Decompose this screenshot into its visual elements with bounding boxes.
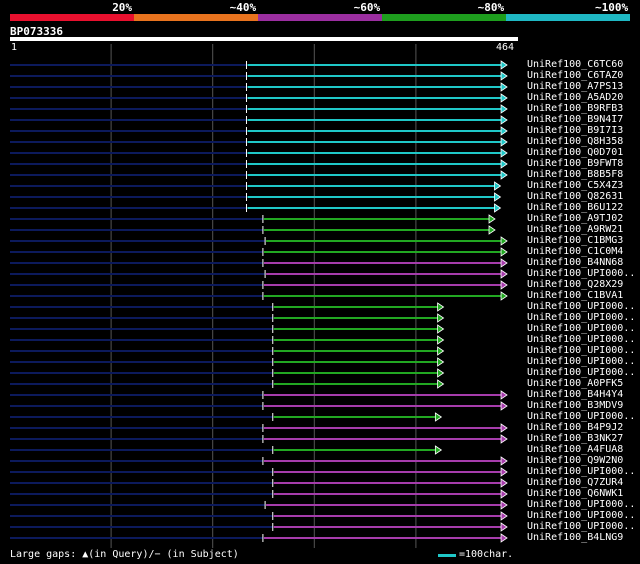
hit-arrow: [500, 522, 508, 532]
hit-label[interactable]: UniRef100_UPI000..: [527, 323, 635, 334]
hit-label[interactable]: UniRef100_UPI000..: [527, 268, 635, 279]
hit-label[interactable]: UniRef100_A4FUA8: [527, 444, 623, 455]
hit-label[interactable]: UniRef100_B9I7I3: [527, 125, 623, 136]
hit-label[interactable]: UniRef100_B3MDV9: [527, 400, 623, 411]
hit-arrow: [500, 115, 508, 125]
hit-label[interactable]: UniRef100_UPI000..: [527, 411, 635, 422]
hit-label[interactable]: UniRef100_A5AD20: [527, 92, 623, 103]
hit-arrow: [437, 357, 445, 367]
hit-arrow: [500, 401, 508, 411]
hit-label[interactable]: UniRef100_A9TJ02: [527, 213, 623, 224]
hit-arrow: [437, 346, 445, 356]
hit-arrow: [500, 478, 508, 488]
hit-arrow: [500, 489, 508, 499]
hit-arrow: [500, 258, 508, 268]
hit-arrow: [434, 445, 443, 455]
hit-label[interactable]: UniRef100_UPI000..: [527, 334, 635, 345]
hit-label[interactable]: UniRef100_B4H4Y4: [527, 389, 623, 400]
hit-label[interactable]: UniRef100_UPI000..: [527, 356, 635, 367]
hit-label[interactable]: UniRef100_B4P9J2: [527, 422, 623, 433]
hit-arrow: [500, 511, 508, 521]
hit-label[interactable]: UniRef100_B3NK27: [527, 433, 623, 444]
hit-label[interactable]: UniRef100_UPI000..: [527, 499, 635, 510]
hit-label[interactable]: UniRef100_B4LNG9: [527, 532, 623, 543]
hit-label[interactable]: UniRef100_C6TC60: [527, 59, 623, 70]
hit-label[interactable]: UniRef100_Q6NWK1: [527, 488, 623, 499]
hit-label[interactable]: UniRef100_Q8H358: [527, 136, 623, 147]
hit-label[interactable]: UniRef100_A7PS13: [527, 81, 623, 92]
hit-arrow: [500, 280, 508, 290]
scale-text: =100char.: [459, 549, 514, 560]
hit-arrow: [500, 533, 508, 543]
hit-label[interactable]: UniRef100_A0PFK5: [527, 378, 623, 389]
hit-label[interactable]: UniRef100_UPI000..: [527, 345, 635, 356]
hit-arrow: [488, 225, 496, 235]
scale-bar: [438, 554, 456, 557]
hit-label[interactable]: UniRef100_Q82631: [527, 191, 623, 202]
hit-arrow: [437, 324, 445, 334]
hit-arrow: [500, 291, 508, 301]
hit-label[interactable]: UniRef100_A9RW21: [527, 224, 623, 235]
hit-arrow: [437, 302, 445, 312]
hit-arrow: [494, 203, 502, 213]
hit-label[interactable]: UniRef100_B9N4I7: [527, 114, 623, 125]
hit-arrow: [500, 60, 508, 70]
hit-arrow: [500, 159, 508, 169]
hit-arrow: [437, 335, 445, 345]
hit-arrow: [500, 126, 508, 136]
hit-label[interactable]: UniRef100_Q9W2N0: [527, 455, 623, 466]
hit-arrow: [500, 148, 508, 158]
hit-label[interactable]: UniRef100_UPI000..: [527, 521, 635, 532]
hit-arrow: [500, 82, 508, 92]
hit-label[interactable]: UniRef100_B9FWT8: [527, 158, 623, 169]
hit-arrow: [437, 368, 445, 378]
hit-label[interactable]: UniRef100_C1C0M4: [527, 246, 623, 257]
hit-arrow: [494, 192, 502, 202]
hit-label[interactable]: UniRef100_C1BVA1: [527, 290, 623, 301]
hit-arrow: [500, 456, 508, 466]
hit-arrow: [500, 247, 508, 257]
hit-label[interactable]: UniRef100_UPI000..: [527, 301, 635, 312]
hit-label[interactable]: UniRef100_Q0D701: [527, 147, 623, 158]
hit-arrow: [500, 236, 508, 246]
hit-label[interactable]: UniRef100_C6TAZ0: [527, 70, 623, 81]
large-gaps-legend: Large gaps: ▲(in Query)/− (in Subject): [10, 549, 239, 560]
hit-label[interactable]: UniRef100_C5X4Z3: [527, 180, 623, 191]
hit-arrow: [494, 181, 502, 191]
hit-arrow: [500, 71, 508, 81]
hit-arrow: [500, 170, 508, 180]
hit-label[interactable]: UniRef100_B4NN68: [527, 257, 623, 268]
hit-label[interactable]: UniRef100_UPI000..: [527, 510, 635, 521]
hit-arrow: [437, 313, 445, 323]
hit-arrow: [434, 412, 443, 422]
hit-arrow: [500, 423, 508, 433]
hit-arrow: [500, 390, 508, 400]
hit-arrow: [500, 467, 508, 477]
hit-arrow: [500, 434, 508, 444]
hit-label[interactable]: UniRef100_C1BMG3: [527, 235, 623, 246]
hit-label[interactable]: UniRef100_Q28X29: [527, 279, 623, 290]
hit-arrow: [500, 269, 508, 279]
hit-label[interactable]: UniRef100_UPI000..: [527, 367, 635, 378]
hit-label[interactable]: UniRef100_B8B5F8: [527, 169, 623, 180]
hit-arrow: [437, 379, 445, 389]
hit-arrow: [500, 93, 508, 103]
hit-arrow: [500, 137, 508, 147]
hit-label[interactable]: UniRef100_B6U122: [527, 202, 623, 213]
hit-arrow: [488, 214, 496, 224]
hit-arrow: [500, 104, 508, 114]
hit-label[interactable]: UniRef100_UPI000..: [527, 466, 635, 477]
hit-label[interactable]: UniRef100_B9RFB3: [527, 103, 623, 114]
hit-label[interactable]: UniRef100_UPI000..: [527, 312, 635, 323]
hit-arrow: [500, 500, 508, 510]
hit-label[interactable]: UniRef100_Q7ZUR4: [527, 477, 623, 488]
